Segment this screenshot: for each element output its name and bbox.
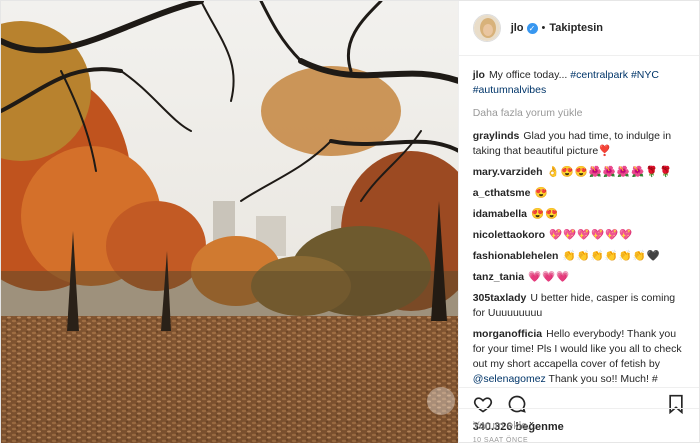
caption-text: My office today... xyxy=(488,69,568,81)
post-side-panel: jlo ✓ • Takiptesin jlo My office today...… xyxy=(457,1,699,443)
hashtag[interactable]: #autumnalvibes xyxy=(473,84,547,96)
instagram-post: jlo ✓ • Takiptesin jlo My office today...… xyxy=(0,0,700,443)
comment-text-after: Thank you so!! Much! # xyxy=(545,373,658,385)
comment-username[interactable]: graylinds xyxy=(473,130,520,142)
separator-dot: • xyxy=(541,22,546,34)
comment-username[interactable]: tanz_tania xyxy=(473,271,524,283)
add-comment-input[interactable]: Yorum ekle... xyxy=(458,408,699,443)
follow-status-button[interactable]: Takiptesin xyxy=(549,22,603,34)
caption-username[interactable]: jlo xyxy=(473,69,485,81)
comment-text: 👌😍😍🌺🌺🌺🌺🌹🌹 xyxy=(546,166,674,178)
comments-list: jlo My office today... #centralpark #NYC … xyxy=(459,56,699,387)
comment: fashionablehelen 👏👏👏👏👏👏🖤 xyxy=(473,249,685,264)
central-park-autumn-photo xyxy=(1,1,458,443)
comment-text: 😍 xyxy=(534,187,549,199)
load-more-comments-link[interactable]: Daha fazla yorum yükle xyxy=(473,106,685,121)
comment-username[interactable]: idamabella xyxy=(473,208,527,220)
post-photo[interactable] xyxy=(1,1,458,443)
comment: 305taxlady U better hide, casper is comin… xyxy=(473,291,685,321)
comment: mary.varzideh 👌😍😍🌺🌺🌺🌺🌹🌹 xyxy=(473,165,685,180)
comment: idamabella 😍😍 xyxy=(473,207,685,222)
comment-username[interactable]: fashionablehelen xyxy=(473,250,559,262)
comment-username[interactable]: morganofficia xyxy=(473,328,542,340)
comment-username[interactable]: mary.varzideh xyxy=(473,166,543,178)
caption: jlo My office today... #centralpark #NYC … xyxy=(473,68,685,98)
comment: a_cthatsme 😍 xyxy=(473,186,685,201)
verified-badge-icon: ✓ xyxy=(526,22,538,34)
hashtag[interactable]: #centralpark xyxy=(570,69,628,81)
hashtag[interactable]: #NYC xyxy=(631,69,659,81)
comment-text: 😍😍 xyxy=(530,208,560,220)
comment-text: 💖💖💖💖💖💖 xyxy=(549,229,634,241)
avatar-image xyxy=(473,15,500,41)
comment: graylinds Glad you had time, to indulge i… xyxy=(473,129,685,159)
mention-link[interactable]: @selenagomez xyxy=(473,373,546,385)
comment-username[interactable]: 305taxlady xyxy=(473,292,527,304)
header-username[interactable]: jlo xyxy=(511,22,524,34)
comment-username[interactable]: nicolettaokoro xyxy=(473,229,545,241)
comment-text: 💗💗💗 xyxy=(528,271,571,283)
avatar[interactable] xyxy=(472,14,501,42)
post-header: jlo ✓ • Takiptesin xyxy=(458,1,699,56)
comment-text: 👏👏👏👏👏👏🖤 xyxy=(562,250,661,262)
comment-username[interactable]: a_cthatsme xyxy=(473,187,531,199)
comment: nicolettaokoro 💖💖💖💖💖💖 xyxy=(473,228,685,243)
comment: morganofficia Hello everybody! Thank you … xyxy=(473,327,685,387)
comment: tanz_tania 💗💗💗 xyxy=(473,270,685,285)
